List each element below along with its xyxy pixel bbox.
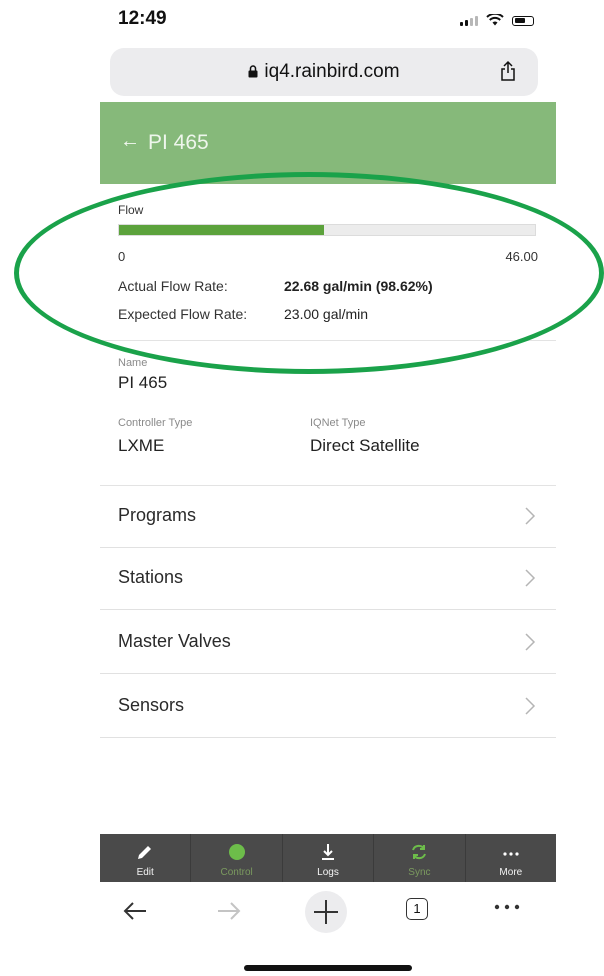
expected-flow-label: Expected Flow Rate: [118, 306, 248, 322]
controller-type-value: LXME [118, 436, 165, 455]
status-icons [460, 14, 534, 26]
actual-flow-value: 22.68 gal/min (98.62%) [284, 278, 433, 294]
lock-icon [248, 65, 258, 78]
browser-back-icon[interactable] [120, 896, 150, 926]
download-icon [322, 844, 335, 860]
edit-button[interactable]: Edit [100, 834, 192, 882]
app-toolbar: Edit Control Logs Sync More [100, 834, 556, 882]
url-display[interactable]: iq4.rainbird.com [110, 61, 538, 83]
toolbar-label: Edit [136, 867, 154, 878]
control-button[interactable]: Control [191, 834, 283, 882]
back-arrow-icon[interactable]: ← [120, 130, 140, 153]
chevron-right-icon [525, 507, 536, 525]
wifi-icon [486, 14, 504, 26]
url-text: iq4.rainbird.com [264, 61, 400, 82]
battery-icon [512, 16, 534, 26]
flow-progress-bar [118, 224, 536, 236]
toolbar-label: Logs [317, 867, 339, 878]
circle-icon [228, 844, 245, 860]
sync-button[interactable]: Sync [374, 834, 466, 882]
more-button[interactable]: More [466, 834, 556, 882]
flow-label: Flow [118, 203, 144, 217]
share-icon[interactable] [500, 60, 516, 82]
tab-count-button[interactable]: 1 [406, 898, 428, 920]
highlight-annotation-ellipse [14, 172, 604, 374]
menu-item-label: Stations [118, 567, 184, 587]
divider [100, 340, 556, 341]
chevron-right-icon [525, 697, 536, 715]
menu-item-label: Programs [118, 505, 197, 525]
pencil-icon [138, 846, 152, 859]
sync-icon [412, 844, 427, 860]
name-caption: Name [118, 357, 148, 369]
flow-min-label: 0 [118, 249, 126, 264]
toolbar-label: More [499, 867, 523, 878]
toolbar-label: Sync [408, 867, 431, 878]
cellular-signal-icon [460, 16, 478, 26]
status-time: 12:49 [118, 8, 167, 29]
menu-item-label: Master Valves [118, 631, 231, 651]
chevron-right-icon [525, 633, 536, 651]
new-tab-plus-icon[interactable] [304, 890, 348, 934]
app-header: ← PI 465 [100, 102, 556, 184]
ellipsis-icon [503, 852, 519, 856]
menu-item-programs[interactable]: Programs [100, 486, 556, 548]
browser-navigation-bar: 1 [100, 890, 556, 946]
toolbar-label: Control [220, 867, 253, 878]
browser-forward-icon[interactable] [214, 896, 244, 926]
page-title: PI 465 [148, 131, 209, 154]
controller-type-caption: Controller Type [118, 417, 193, 429]
home-indicator [244, 965, 412, 971]
menu-item-label: Sensors [118, 695, 185, 715]
menu-item-master-valves[interactable]: Master Valves [100, 612, 556, 674]
menu-item-sensors[interactable]: Sensors [100, 676, 556, 738]
flow-max-label: 46.00 [505, 249, 538, 264]
iqnet-type-caption: IQNet Type [310, 417, 366, 429]
logs-button[interactable]: Logs [283, 834, 375, 882]
more-options-icon[interactable] [492, 902, 522, 912]
actual-flow-label: Actual Flow Rate: [118, 278, 228, 294]
flow-progress-fill [119, 225, 325, 235]
chevron-right-icon [525, 569, 536, 587]
menu-item-stations[interactable]: Stations [100, 548, 556, 610]
name-value: PI 465 [118, 373, 168, 392]
expected-flow-value: 23.00 gal/min [284, 306, 369, 322]
status-bar: 12:49 [0, 0, 604, 40]
iqnet-type-value: Direct Satellite [310, 436, 420, 455]
address-bar[interactable]: iq4.rainbird.com [110, 48, 538, 96]
